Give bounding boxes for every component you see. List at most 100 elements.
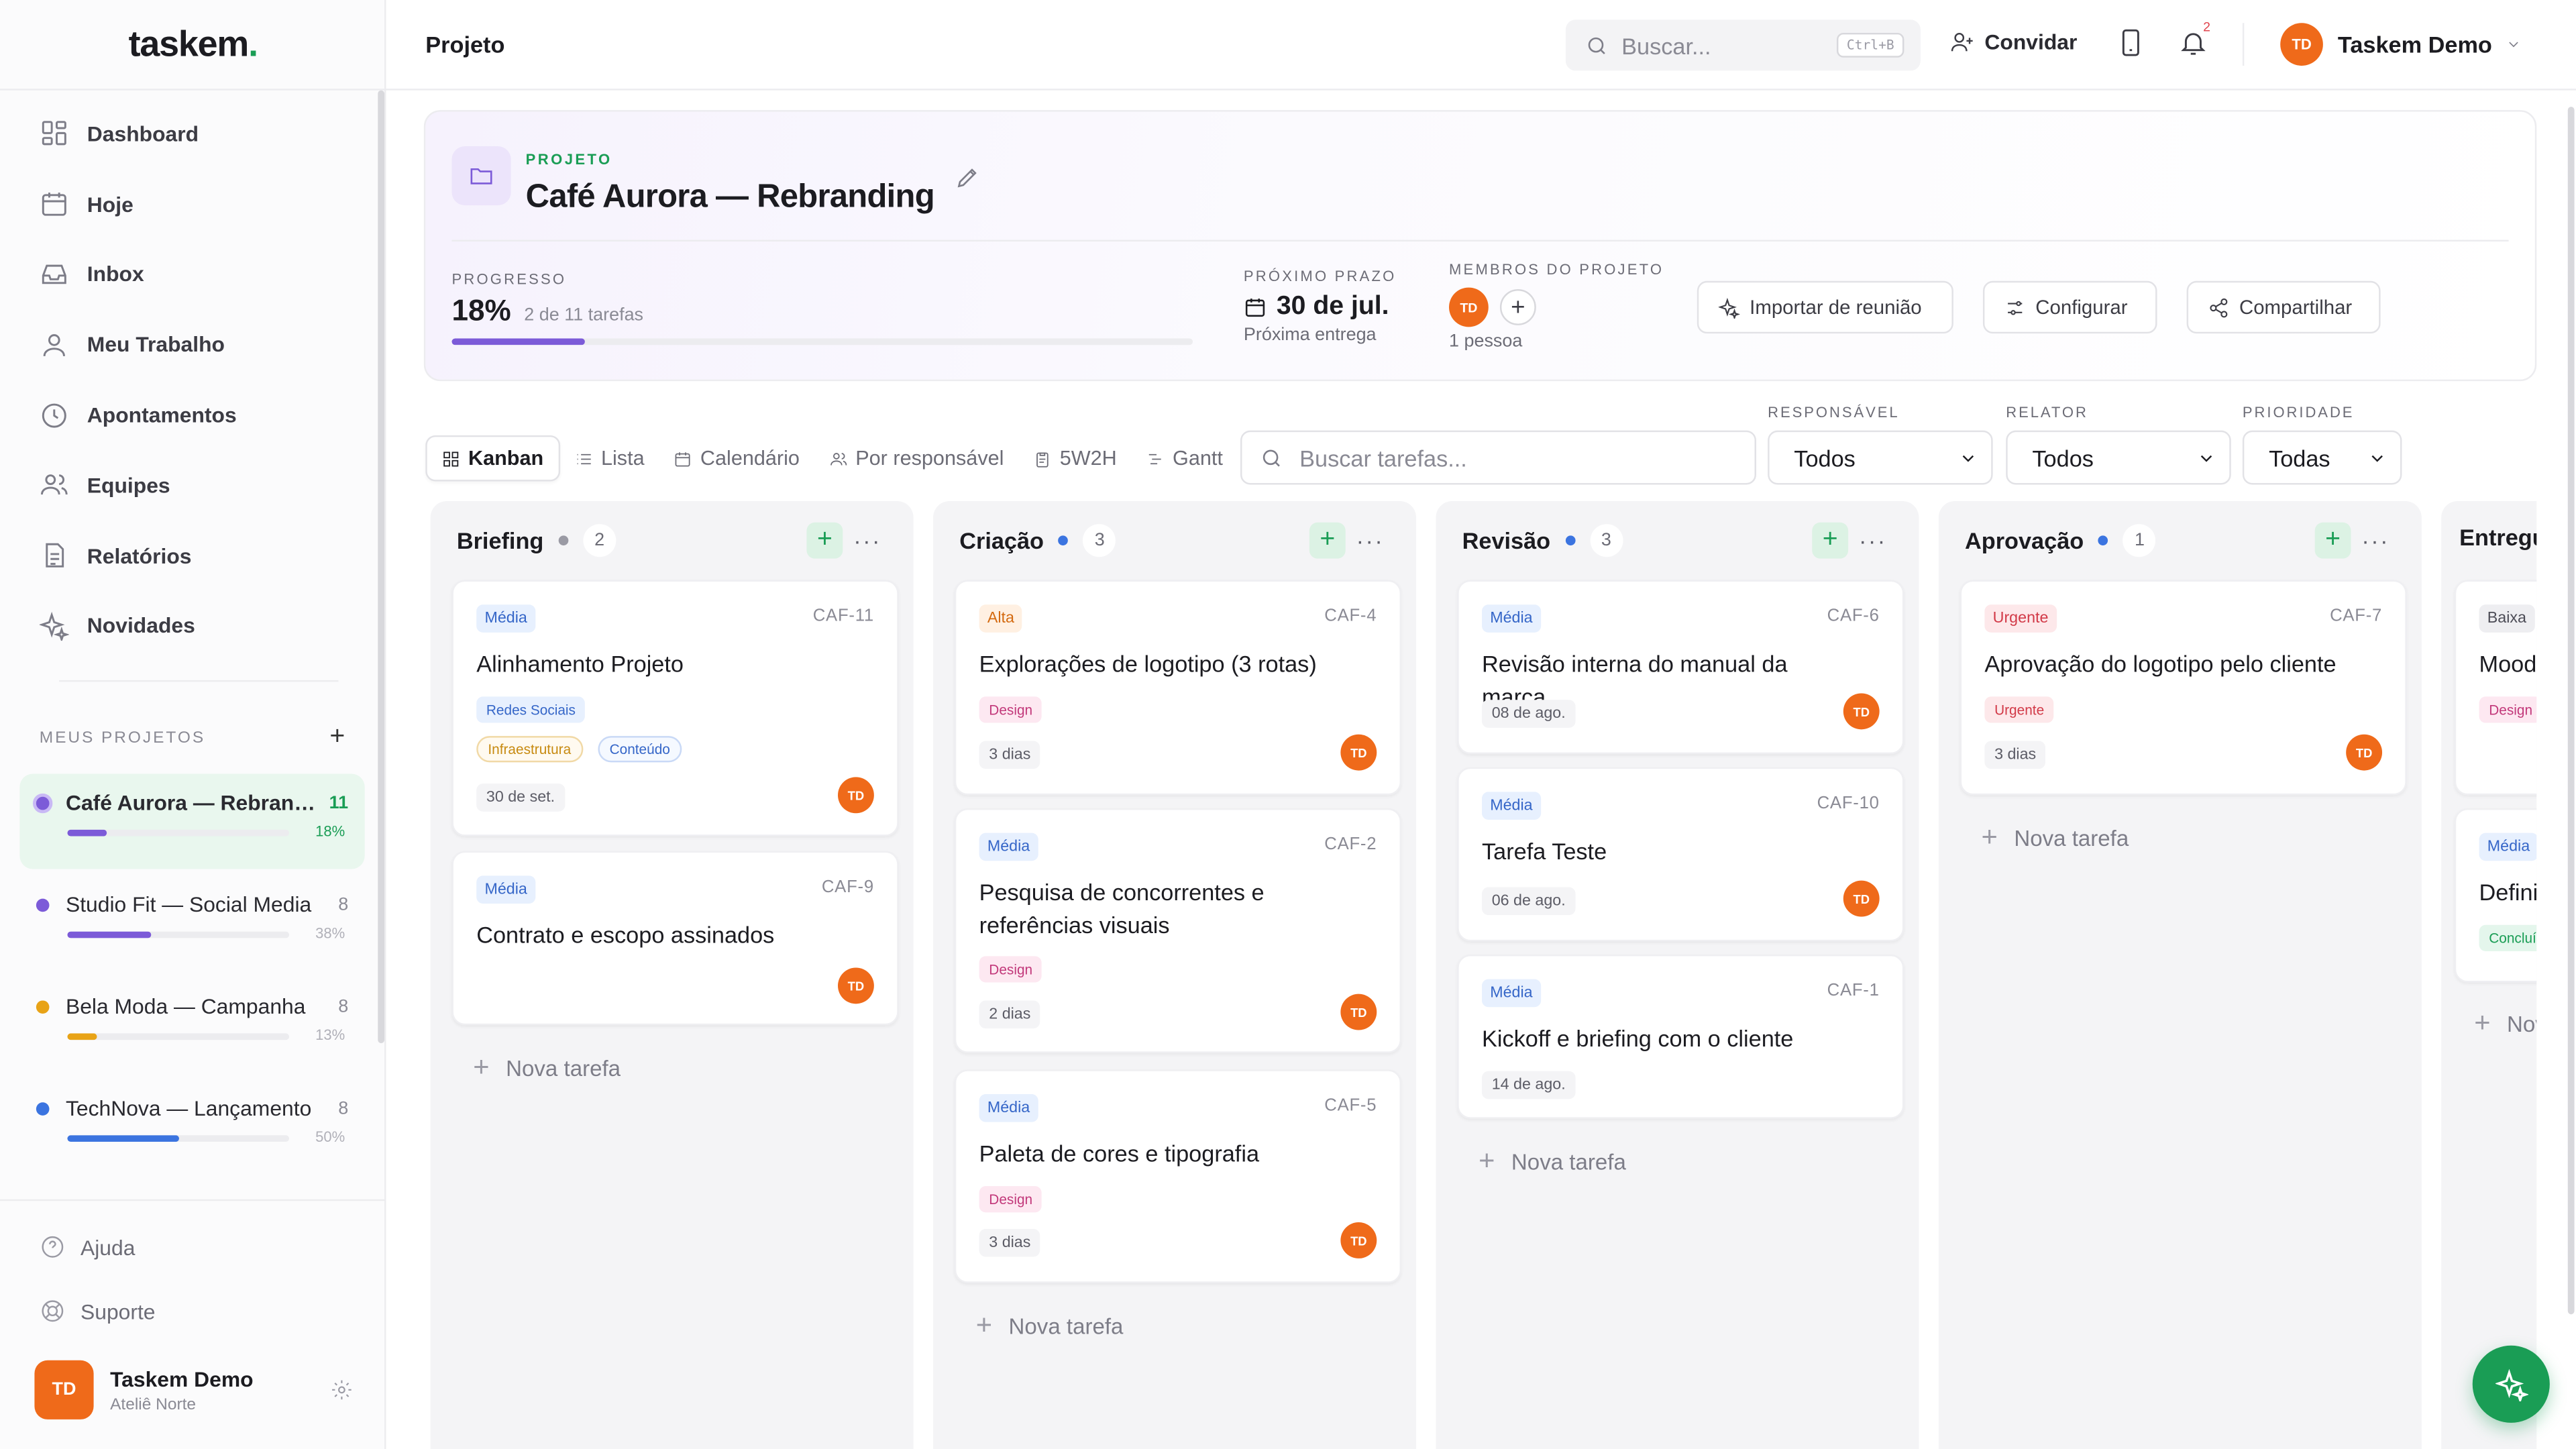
tab-gantt[interactable]: Gantt (1132, 435, 1238, 482)
filter-responsavel[interactable]: Todos (1768, 430, 1993, 485)
avatar[interactable]: TD (1843, 693, 1880, 730)
main-scrollbar[interactable] (2567, 107, 2575, 1315)
project-item-technova[interactable]: TechNova — Lançamento 8 50% (19, 1079, 364, 1175)
avatar[interactable]: TD (837, 777, 874, 814)
members-count: 1 pessoa (1449, 331, 1523, 352)
avatar[interactable]: TD (1449, 287, 1489, 327)
add-task-button[interactable]: + (806, 522, 843, 559)
add-task-button[interactable]: + (1812, 522, 1849, 559)
global-search[interactable]: Buscar... Ctrl+B (1565, 19, 1921, 71)
nav-item-equipes[interactable]: Equipes (23, 450, 368, 521)
tab-5w2h[interactable]: 5W2H (1018, 435, 1131, 482)
nav-item-hoje[interactable]: Hoje (23, 169, 368, 239)
project-progress-fill (67, 1135, 178, 1142)
tab-lista[interactable]: Lista (560, 435, 659, 482)
nav-item-novidades[interactable]: Novidades (23, 591, 368, 661)
task-card-caf-5[interactable]: Média CAF-5 Paleta de cores e tipografia… (954, 1069, 1401, 1283)
project-color-dot (36, 898, 50, 911)
column-more-button[interactable]: ··· (1352, 523, 1389, 559)
search-input[interactable]: Buscar... (1621, 32, 1837, 58)
task-id: CAF-6 (1827, 606, 1880, 627)
ai-assistant-button[interactable] (2472, 1345, 2550, 1423)
nav-item-relatorios[interactable]: Relatórios (23, 521, 368, 591)
mobile-button[interactable] (2116, 28, 2149, 61)
task-card-caf-2[interactable]: Média CAF-2 Pesquisa de concorrentes e r… (954, 808, 1401, 1053)
task-card-caf-7[interactable]: Urgente CAF-7 Aprovação do logotipo pelo… (1960, 580, 2407, 796)
sparkles-icon (1718, 297, 1740, 318)
user-menu[interactable]: TD Taskem Demo (2280, 23, 2522, 66)
project-progress-percent: 13% (315, 1026, 345, 1044)
share-button[interactable]: Compartilhar (2186, 280, 2381, 334)
avatar[interactable]: TD (1340, 1222, 1377, 1258)
task-card-caf-11[interactable]: Média CAF-11 Alinhamento Projeto Redes S… (451, 580, 899, 837)
nav-item-inbox[interactable]: Inbox (23, 239, 368, 310)
new-task-label: Nova tarefa (506, 1055, 621, 1081)
task-card-caf-10[interactable]: Média CAF-10 Tarefa Teste 06 de ago. TD (1457, 767, 1904, 942)
task-card-caf-6[interactable]: Média CAF-6 Revisão interna do manual da… (1457, 580, 1904, 755)
task-card-entregue-1[interactable]: Baixa Moodboard Design (2454, 580, 2537, 796)
task-search-input[interactable]: Buscar tarefas... (1299, 444, 1467, 470)
tab-kanban[interactable]: Kanban (425, 435, 560, 482)
nav-item-apontamentos[interactable]: Apontamentos (23, 380, 368, 450)
task-date: 3 dias (979, 741, 1041, 769)
column-more-button[interactable]: ··· (849, 523, 885, 559)
nav-label: Equipes (87, 473, 170, 498)
task-card-caf-9[interactable]: Média CAF-9 Contrato e escopo assinados … (451, 851, 899, 1026)
avatar[interactable]: TD (1340, 734, 1377, 771)
task-date: 30 de set. (476, 784, 565, 812)
task-tag: Concluída (2479, 924, 2537, 951)
import-meeting-button[interactable]: Importar de reunião (1697, 280, 1953, 334)
nav-label: Apontamentos (87, 402, 237, 427)
nav-item-meu-trabalho[interactable]: Meu Trabalho (23, 309, 368, 380)
avatar[interactable]: TD (1340, 994, 1377, 1030)
tab-por-responsavel[interactable]: Por responsável (814, 435, 1018, 482)
app-logo[interactable]: taskem. (0, 0, 386, 91)
deadline-label: PRÓXIMO PRAZO (1243, 268, 1397, 284)
gear-icon[interactable] (330, 1379, 353, 1401)
invite-button[interactable]: Convidar (1950, 30, 2077, 54)
project-item-bela-moda[interactable]: Bela Moda — Campanha 8 13% (19, 977, 364, 1073)
filter-prioridade[interactable]: Todas (2242, 430, 2402, 485)
user-name: Taskem Demo (110, 1366, 254, 1391)
new-task-button[interactable]: +Nova tarefa (1981, 822, 2129, 855)
configure-button[interactable]: Configurar (1982, 280, 2157, 334)
column-title: Criação (959, 527, 1044, 554)
add-task-button[interactable]: + (1309, 522, 1346, 559)
new-task-button[interactable]: +Nova tarefa (2474, 1007, 2536, 1040)
task-title: Moodboard (2479, 650, 2537, 677)
add-task-button[interactable]: + (2314, 522, 2351, 559)
sidebar-user-card[interactable]: TD Taskem Demo Ateliê Norte (34, 1357, 353, 1423)
avatar[interactable]: TD (1843, 880, 1880, 917)
avatar[interactable]: TD (2346, 734, 2383, 771)
project-item-cafe-aurora[interactable]: Café Aurora — Rebranding 11 18% (19, 773, 365, 869)
task-date: 2 dias (979, 1000, 1041, 1029)
task-search[interactable]: Buscar tarefas... (1240, 430, 1756, 485)
task-card-entregue-2[interactable]: Média Definição Concluída (2454, 808, 2537, 983)
sidebar-scrollbar[interactable] (378, 90, 385, 1044)
add-member-button[interactable]: + (1499, 289, 1536, 325)
progress-label: PROGRESSO (451, 271, 567, 288)
avatar[interactable]: TD (837, 967, 874, 1004)
filter-relator[interactable]: Todos (2006, 430, 2231, 485)
task-card-caf-1[interactable]: Média CAF-1 Kickoff e briefing com o cli… (1457, 954, 1904, 1119)
support-link[interactable]: Suporte (40, 1298, 156, 1324)
task-id: CAF-2 (1324, 835, 1377, 855)
new-task-button[interactable]: +Nova tarefa (976, 1309, 1124, 1342)
add-project-button[interactable]: + (329, 723, 345, 753)
column-more-button[interactable]: ··· (1855, 523, 1891, 559)
column-title: Entregue (2459, 524, 2536, 551)
help-link[interactable]: Ajuda (40, 1234, 135, 1260)
column-aprovacao: Aprovação 1 + ··· Urgente CAF-7 Aprovaçã… (1938, 500, 2422, 1449)
new-task-button[interactable]: +Nova tarefa (473, 1051, 621, 1084)
project-item-studio-fit[interactable]: Studio Fit — Social Media 8 38% (19, 875, 364, 971)
tab-calendario[interactable]: Calendário (659, 435, 814, 482)
column-more-button[interactable]: ··· (2357, 523, 2394, 559)
task-date: 3 dias (1984, 741, 2046, 769)
nav-item-dashboard[interactable]: Dashboard (23, 99, 368, 169)
pencil-icon[interactable] (955, 164, 981, 191)
task-card-caf-4[interactable]: Alta CAF-4 Explorações de logotipo (3 ro… (954, 580, 1401, 796)
priority-badge: Urgente (1984, 604, 2057, 633)
task-date: 08 de ago. (1481, 700, 1576, 728)
new-task-button[interactable]: +Nova tarefa (1479, 1145, 1626, 1178)
search-shortcut: Ctrl+B (1837, 32, 1904, 58)
